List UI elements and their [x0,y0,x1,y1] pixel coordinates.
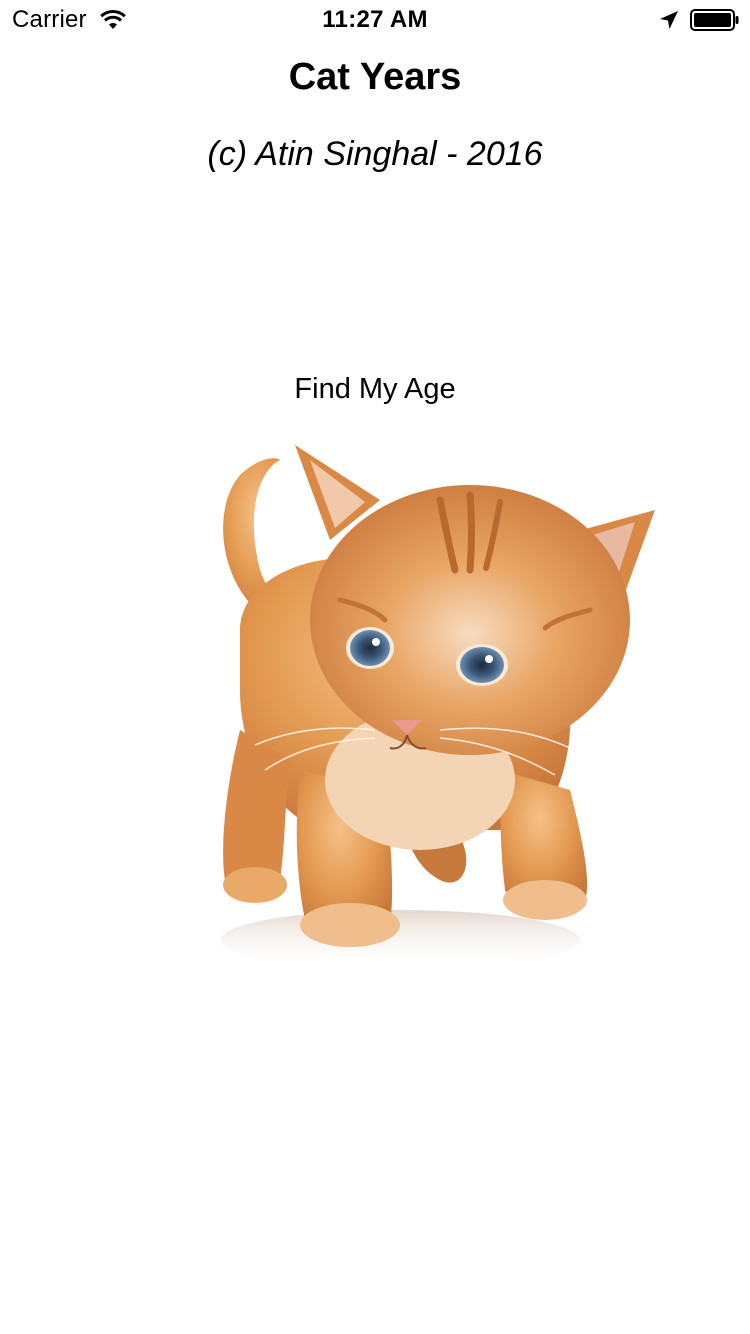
find-my-age-button[interactable]: Find My Age [250,366,500,412]
battery-icon [690,9,739,31]
location-arrow-icon [660,11,678,29]
kitten-image [220,445,655,970]
status-time: 11:27 AM [322,6,428,33]
status-bar: Carrier 11:27 AM [0,0,750,40]
app-title: Cat Years [288,56,462,98]
copyright-credit: (c) Atin Singhal - 2016 [207,135,543,173]
